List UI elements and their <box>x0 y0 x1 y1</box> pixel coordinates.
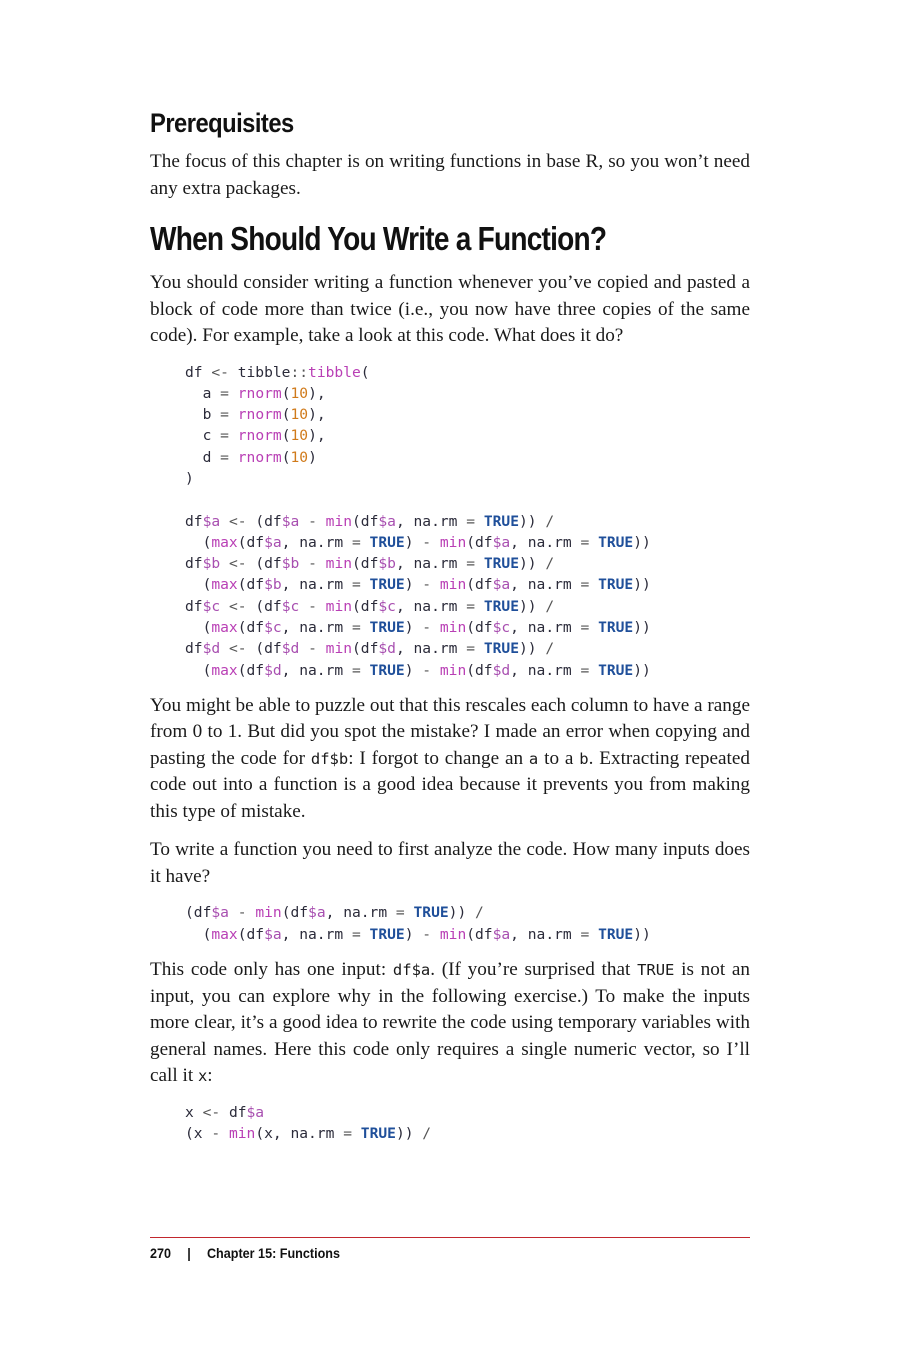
inline-code: df$a <box>392 961 431 980</box>
inline-code: x <box>197 1067 208 1086</box>
intro-paragraph: You should consider writing a function w… <box>150 272 750 346</box>
prerequisites-heading: Prerequisites <box>150 108 294 138</box>
code-block-tibble: df <- tibble::tibble( a = rnorm(10), b =… <box>185 363 651 679</box>
analyze-paragraph: To write a function you need to first an… <box>150 839 750 887</box>
page-number: 270 <box>150 1245 172 1261</box>
section-heading: When Should You Write a Function? <box>150 220 607 257</box>
inline-code: df$b <box>310 749 349 768</box>
page-content: Prerequisites The focus of this chapter … <box>150 108 750 1156</box>
inline-code: a <box>528 749 539 768</box>
footer-rule <box>150 1237 750 1238</box>
code-block-single: (df$a - min(df$a, na.rm = TRUE)) / (max(… <box>185 904 651 943</box>
chapter-title: Chapter 15: Functions <box>206 1245 340 1261</box>
mistake-paragraph: You might be able to puzzle out that thi… <box>150 694 750 822</box>
book-page: Prerequisites The focus of this chapter … <box>0 0 900 1350</box>
code-block-x: x <- df$a (x - min(x, na.rm = TRUE)) / <box>185 1103 432 1142</box>
inputs-paragraph: This code only has one input: df$a. (If … <box>150 959 751 1087</box>
inline-code: TRUE <box>637 961 675 980</box>
inline-code: b <box>579 749 589 768</box>
footer-separator: | <box>187 1245 191 1261</box>
prerequisites-paragraph: The focus of this chapter is on writing … <box>150 151 750 199</box>
page-footer: 270 | Chapter 15: Functions <box>150 1245 340 1261</box>
